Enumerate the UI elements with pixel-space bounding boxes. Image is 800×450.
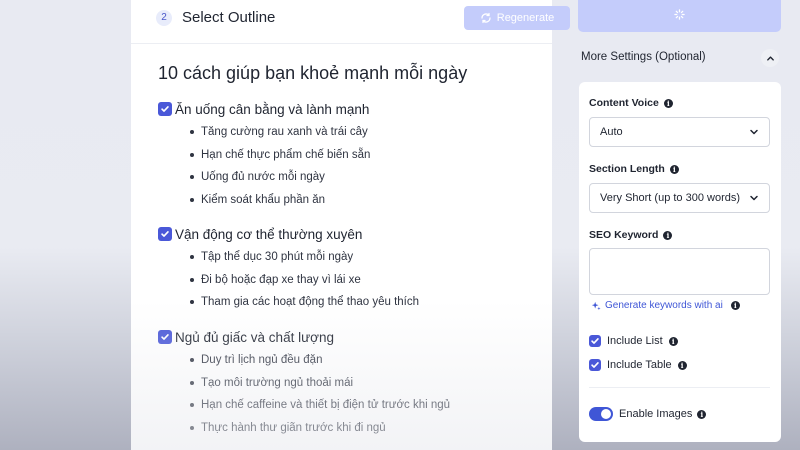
- enable-images-label: Enable Images: [619, 408, 693, 420]
- more-settings-header: More Settings (Optional): [581, 51, 706, 63]
- info-icon[interactable]: i: [697, 409, 707, 419]
- include-list-option[interactable]: Include List i: [589, 335, 678, 347]
- step-title: Select Outline: [182, 9, 276, 26]
- chevron-down-icon: [750, 129, 758, 135]
- step-number-badge: 2: [156, 10, 172, 26]
- section-title: Vận động cơ thể thường xuyên: [175, 226, 363, 242]
- enable-images-toggle[interactable]: [589, 407, 613, 421]
- step-header: 2 Select Outline Regenerate: [131, 0, 570, 44]
- section-checkbox[interactable]: [158, 330, 172, 344]
- content-voice-select[interactable]: Auto: [589, 117, 770, 147]
- outline-title: 10 cách giúp bạn khoẻ mạnh mỗi ngày: [158, 63, 468, 83]
- check-icon: [161, 231, 169, 237]
- content-voice-label: Content Voice i: [589, 97, 673, 109]
- outline-item: Hạn chế thực phẩm chế biến sẵn: [158, 147, 548, 170]
- refresh-icon: [481, 12, 491, 24]
- outline-item: Tạo môi trường ngủ thoải mái: [158, 375, 548, 398]
- outline-section: Ăn uống cân bằng và lành mạnh Tăng cường…: [158, 100, 548, 214]
- section-length-value: Very Short (up to 300 words): [600, 192, 741, 204]
- outline-item: Tham gia các hoạt động thể thao yêu thíc…: [158, 294, 548, 317]
- content-voice-value: Auto: [600, 126, 623, 138]
- section-length-select[interactable]: Very Short (up to 300 words): [589, 183, 770, 213]
- divider: [589, 387, 770, 388]
- info-icon[interactable]: i: [663, 230, 673, 240]
- outline-section: Ngủ đủ giấc và chất lượng Duy trì lịch n…: [158, 328, 548, 442]
- check-icon: [591, 362, 599, 368]
- info-icon[interactable]: i: [668, 336, 678, 346]
- info-icon[interactable]: i: [669, 164, 679, 174]
- section-title: Ngủ đủ giấc và chất lượng: [175, 329, 334, 345]
- include-table-label: Include Table: [607, 359, 672, 371]
- outline-item: Duy trì lịch ngủ đều đặn: [158, 352, 548, 375]
- enable-images-option: Enable Images i: [619, 408, 707, 420]
- outline-item: Kiểm soát khẩu phần ăn: [158, 192, 548, 215]
- sparkle-icon: [591, 301, 601, 310]
- include-table-option[interactable]: Include Table i: [589, 359, 687, 371]
- outline-item: Tập thể dục 30 phút mỗi ngày: [158, 249, 548, 272]
- generate-keywords-link[interactable]: Generate keywords with ai i: [591, 300, 740, 311]
- outline-section: Vận động cơ thể thường xuyên Tập thể dục…: [158, 225, 548, 317]
- seo-keyword-label: SEO Keyword i: [589, 229, 673, 241]
- seo-keyword-input[interactable]: [589, 248, 770, 295]
- outline-item: Uống đủ nước mỗi ngày: [158, 169, 548, 192]
- include-list-checkbox[interactable]: [589, 335, 601, 347]
- collapse-settings-button[interactable]: [761, 49, 779, 67]
- check-icon: [161, 334, 169, 340]
- regenerate-button[interactable]: Regenerate: [464, 6, 570, 30]
- check-icon: [161, 106, 169, 112]
- section-checkbox[interactable]: [158, 102, 172, 116]
- spinner-icon: [674, 9, 685, 20]
- info-icon[interactable]: i: [663, 98, 673, 108]
- outline-item: Thực hành thư giãn trước khi đi ngủ: [158, 420, 548, 443]
- section-checkbox[interactable]: [158, 227, 172, 241]
- chevron-down-icon: [750, 195, 758, 201]
- check-icon: [591, 338, 599, 344]
- outline-panel: 2 Select Outline Regenerate 10 cách giúp…: [131, 0, 570, 450]
- section-title: Ăn uống cân bằng và lành mạnh: [175, 101, 370, 117]
- chevron-up-icon: [766, 55, 774, 61]
- section-length-label: Section Length i: [589, 163, 679, 175]
- outline-item: Tăng cường rau xanh và trái cây: [158, 124, 548, 147]
- outline-item: Đi bộ hoặc đạp xe thay vì lái xe: [158, 272, 548, 295]
- include-list-label: Include List: [607, 335, 663, 347]
- include-table-checkbox[interactable]: [589, 359, 601, 371]
- outline-item: Hạn chế caffeine và thiết bị điện tử trư…: [158, 397, 548, 420]
- info-icon[interactable]: i: [730, 301, 740, 310]
- info-icon[interactable]: i: [677, 360, 687, 370]
- regenerate-label: Regenerate: [496, 12, 555, 24]
